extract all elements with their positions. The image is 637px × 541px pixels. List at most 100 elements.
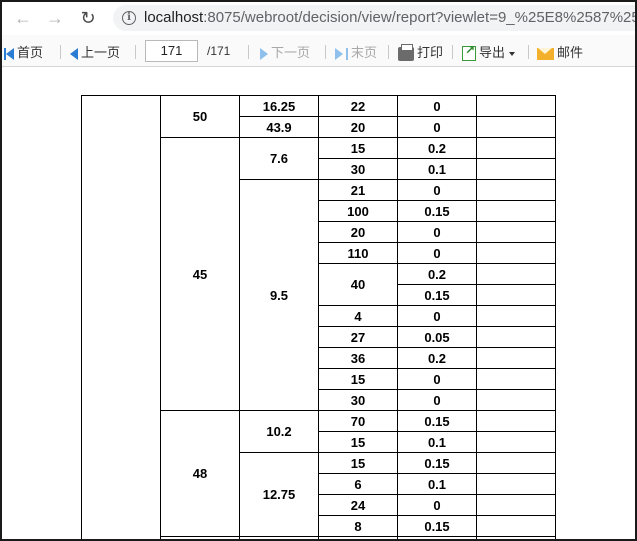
- printer-icon: [398, 43, 414, 61]
- table-cell: 0: [397, 389, 477, 411]
- mail-button[interactable]: 邮件: [537, 42, 583, 61]
- table-cell: 24: [318, 494, 398, 516]
- next-page-icon: [260, 47, 268, 60]
- table-cell: 4: [318, 305, 398, 327]
- table-cell-empty: [160, 536, 240, 539]
- table-cell-empty: [476, 95, 556, 117]
- table-cell: 15: [318, 137, 398, 159]
- address-bar-row: ← → ↻ i localhost:8075/webroot/decision/…: [2, 2, 635, 34]
- prev-page-icon: [70, 47, 78, 60]
- report-toolbar: 首页 上一页 171 /171 下一页 末页 打印 导出 邮件: [2, 35, 635, 67]
- table-cell: 0: [397, 179, 477, 201]
- table-cell-empty: [318, 536, 398, 539]
- separator: [60, 45, 61, 59]
- table-cell: 0: [397, 494, 477, 516]
- table-cell: 15: [318, 452, 398, 474]
- export-icon: [462, 43, 476, 62]
- chevron-down-icon: [509, 51, 516, 56]
- table-cell: 0: [397, 368, 477, 390]
- table-cell-empty: [476, 179, 556, 201]
- separator: [452, 45, 453, 59]
- report-page: 50 16.25 22 0 43.9 20 0 45 7.6 15 0.2 30 0.1 9.5 21 0 10…: [2, 68, 635, 539]
- table-cell: 21: [318, 179, 398, 201]
- table-cell: 43.9: [239, 116, 319, 138]
- export-button[interactable]: 导出: [462, 42, 516, 62]
- table-row: 50 16.25 22 0: [81, 95, 556, 539]
- back-arrow-icon[interactable]: ←: [12, 8, 34, 28]
- table-cell: 0: [397, 242, 477, 264]
- print-button[interactable]: 打印: [398, 42, 443, 61]
- table-cell: 48: [160, 410, 240, 537]
- table-cell-empty: [476, 305, 556, 327]
- table-cell: 36: [318, 347, 398, 369]
- table-cell: 0.1: [397, 158, 477, 180]
- page-total: /171: [207, 44, 231, 58]
- table-cell: 0: [397, 305, 477, 327]
- table-cell: 0.2: [397, 137, 477, 159]
- table-cell: 9.5: [239, 179, 319, 411]
- mail-icon: [537, 47, 554, 60]
- table-cell-empty: [81, 95, 161, 539]
- table-cell: 27: [318, 326, 398, 348]
- separator: [325, 45, 326, 59]
- table-cell-empty: [476, 200, 556, 222]
- table-cell-empty: [476, 347, 556, 369]
- last-page-bar-icon: [346, 47, 348, 60]
- last-page-label: 末页: [351, 45, 378, 60]
- table-cell: 16.25: [239, 95, 319, 117]
- table-cell-empty: [476, 389, 556, 411]
- page-number-input[interactable]: 171: [145, 40, 198, 62]
- table-cell: 40: [318, 263, 398, 306]
- last-page-button[interactable]: 末页: [335, 42, 377, 61]
- table-cell-empty: [476, 137, 556, 159]
- first-page-button[interactable]: 首页: [4, 42, 43, 61]
- table-cell-empty: [476, 326, 556, 348]
- forward-arrow-icon[interactable]: →: [44, 8, 66, 28]
- separator: [248, 45, 249, 59]
- table-cell-empty: [476, 221, 556, 243]
- table-cell: 0.1: [397, 431, 477, 453]
- reload-icon[interactable]: ↻: [77, 8, 99, 28]
- table-cell: 0.15: [397, 284, 477, 306]
- table-cell: 0.05: [397, 326, 477, 348]
- report-table: 50 16.25 22 0 43.9 20 0 45 7.6 15 0.2 30 0.1 9.5 21 0 10…: [81, 95, 556, 539]
- table-cell: 22: [318, 95, 398, 117]
- table-cell: 0.15: [397, 452, 477, 474]
- first-page-icon: [6, 47, 14, 60]
- print-label: 打印: [417, 45, 444, 60]
- first-page-label: 首页: [17, 45, 44, 60]
- url-field[interactable]: i localhost:8075/webroot/decision/view/r…: [113, 5, 635, 31]
- table-cell-empty: [476, 284, 556, 306]
- table-cell: 0: [397, 116, 477, 138]
- prev-page-button[interactable]: 上一页: [70, 42, 120, 61]
- separator: [135, 45, 136, 59]
- table-cell-empty: [476, 536, 556, 539]
- table-cell-empty: [476, 263, 556, 285]
- url-host: localhost: [144, 9, 204, 26]
- next-page-button[interactable]: 下一页: [260, 42, 310, 61]
- table-cell: 100: [318, 200, 398, 222]
- table-cell: 0: [397, 221, 477, 243]
- table-cell: 0: [397, 95, 477, 117]
- table-cell: 20: [318, 116, 398, 138]
- table-cell: 45: [160, 137, 240, 411]
- table-cell: 20: [318, 221, 398, 243]
- table-cell: 6: [318, 473, 398, 495]
- table-cell-empty: [476, 158, 556, 180]
- table-cell-empty: [476, 494, 556, 516]
- next-page-label: 下一页: [271, 45, 311, 60]
- table-cell: 0.15: [397, 410, 477, 432]
- table-cell: 0.15: [397, 200, 477, 222]
- url-text: localhost:8075/webroot/decision/view/rep…: [144, 9, 635, 26]
- table-cell: 0.2: [397, 263, 477, 285]
- table-cell-empty: [476, 473, 556, 495]
- table-cell: 15: [318, 368, 398, 390]
- table-cell-empty: [476, 452, 556, 474]
- table-cell: 0.2: [397, 347, 477, 369]
- separator: [388, 45, 389, 59]
- browser-window: ← → ↻ i localhost:8075/webroot/decision/…: [0, 0, 637, 541]
- table-cell: 10.2: [239, 410, 319, 453]
- info-icon[interactable]: i: [122, 11, 136, 25]
- table-cell-empty: [476, 116, 556, 138]
- table-cell: 15: [318, 431, 398, 453]
